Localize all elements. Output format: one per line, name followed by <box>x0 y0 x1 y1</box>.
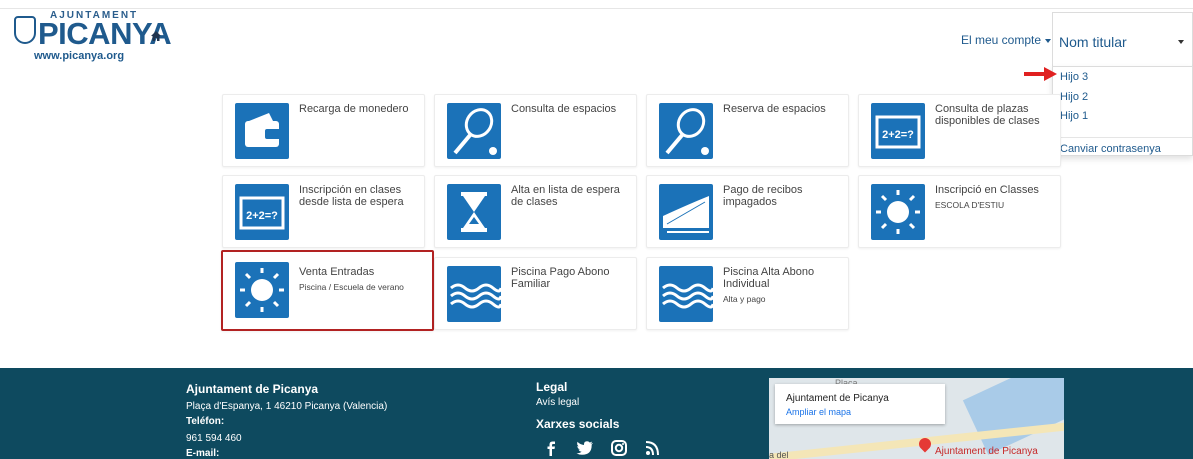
tile-title: Inscripció en Classes <box>935 184 1039 196</box>
tile-pool-individual-pass[interactable]: Piscina Alta Abono Individual Alta y pag… <box>646 257 849 330</box>
map-water <box>962 378 1064 455</box>
footer-email-label: E-mail: <box>186 448 220 459</box>
tile-space-booking[interactable]: Reserva de espacios <box>646 94 849 167</box>
top-divider <box>0 8 1193 9</box>
tile-title: Consulta de espacios <box>511 103 617 115</box>
blackboard-icon: 2+2=? <box>235 184 289 240</box>
tile-title: Piscina Alta Abono Individual <box>723 266 815 290</box>
blackboard-icon: 2+2=? <box>871 103 925 159</box>
map-info-card: Ajuntament de Picanya Ampliar el mapa <box>775 384 945 424</box>
tile-title: Recarga de monedero <box>299 103 409 115</box>
dropdown-item-hijo-3[interactable]: Hijo 3 <box>1060 71 1088 83</box>
logo-url: www.picanya.org <box>34 50 125 62</box>
hourglass-icon <box>447 184 501 240</box>
tile-title: Pago de recibos impagados <box>723 184 803 208</box>
crest-icon <box>14 16 36 44</box>
tile-title: Reserva de espacios <box>723 103 826 115</box>
footer-address: Plaça d'Espanya, 1 46210 Picanya (Valenc… <box>186 401 388 412</box>
tile-subtitle: ESCOLA D'ESTIU <box>935 200 1005 210</box>
holder-selector[interactable]: Nom titular <box>1052 12 1193 67</box>
facebook-icon[interactable] <box>542 440 560 456</box>
home-icon[interactable] <box>150 30 162 42</box>
tile-unpaid-receipts[interactable]: Pago de recibos impagados <box>646 175 849 248</box>
footer-phone-label: Teléfon: <box>186 416 225 427</box>
red-arrow-icon <box>1024 67 1057 81</box>
footer-phone: 961 594 460 <box>186 433 242 444</box>
dropdown-item-hijo-1[interactable]: Hijo 1 <box>1060 110 1088 122</box>
caret-down-icon <box>1045 38 1052 43</box>
twitter-icon[interactable] <box>576 440 594 456</box>
tennis-racket-icon <box>659 103 713 159</box>
legal-notice-link[interactable]: Avís legal <box>536 397 579 408</box>
tile-summer-school-classes[interactable]: Inscripció en Classes ESCOLA D'ESTIU <box>858 175 1061 248</box>
enlarge-map-link[interactable]: Ampliar el mapa <box>786 407 851 417</box>
water-waves-icon <box>659 266 713 322</box>
footer-social-title: Xarxes socials <box>536 417 620 431</box>
tile-waitlist-enrollment[interactable]: 2+2=? Inscripción en clases desde lista … <box>222 175 425 248</box>
water-waves-icon <box>447 266 501 322</box>
tennis-racket-icon <box>447 103 501 159</box>
tile-subtitle: Alta y pago <box>723 294 766 304</box>
wallet-icon <box>235 103 289 159</box>
footer-legal-title: Legal <box>536 380 568 394</box>
dropdown-item-hijo-2[interactable]: Hijo 2 <box>1060 91 1088 103</box>
tile-title: Piscina Pago Abono Familiar <box>511 266 610 290</box>
my-account-menu[interactable]: El meu compte <box>961 33 1052 47</box>
footer: Ajuntament de Picanya Plaça d'Espanya, 1… <box>0 368 1193 459</box>
map-side-label: a del <box>769 450 789 459</box>
tile-waitlist-signup[interactable]: Alta en lista de espera de clases <box>434 175 637 248</box>
tile-title: Venta Entradas <box>299 266 375 278</box>
sun-icon <box>235 262 289 318</box>
caret-down-icon <box>1178 40 1184 44</box>
tile-space-query[interactable]: Consulta de espacios <box>434 94 637 167</box>
change-password-link[interactable]: Canviar contrasenya <box>1060 143 1161 155</box>
map-pin-label: Ajuntament de Picanya <box>935 446 1038 457</box>
tile-wallet-recharge[interactable]: Recarga de monedero <box>222 94 425 167</box>
tile-pool-family-pass[interactable]: Piscina Pago Abono Familiar <box>434 257 637 330</box>
tile-class-availability[interactable]: 2+2=? Consulta de plazas disponibles de … <box>858 94 1061 167</box>
tile-subtitle: Piscina / Escuela de verano <box>299 282 404 292</box>
tile-title: Consulta de plazas disponibles de clases <box>935 103 1040 127</box>
sun-icon <box>871 184 925 240</box>
location-map[interactable]: Plaça a del Ajuntament de Picanya Amplia… <box>769 378 1064 459</box>
tile-title: Inscripción en clases desde lista de esp… <box>299 184 404 208</box>
holder-label: Nom titular <box>1059 34 1127 50</box>
tile-title: Alta en lista de espera de clases <box>511 184 620 208</box>
rss-icon[interactable] <box>644 440 662 456</box>
svg-text:2+2=?: 2+2=? <box>882 129 914 141</box>
dropdown-divider <box>1053 137 1192 138</box>
footer-org-name: Ajuntament de Picanya <box>186 382 319 396</box>
my-account-label: El meu compte <box>961 33 1042 47</box>
receipts-icon <box>659 184 713 240</box>
instagram-icon[interactable] <box>610 440 628 456</box>
picanya-logo[interactable]: AJUNTAMENT PICANYA www.picanya.org <box>12 10 172 62</box>
holder-dropdown: Hijo 3 Hijo 2 Hijo 1 Canviar contrasenya <box>1052 66 1193 156</box>
map-place-name: Ajuntament de Picanya <box>786 393 889 404</box>
tile-ticket-sales[interactable]: Venta Entradas Piscina / Escuela de vera… <box>221 250 434 331</box>
svg-text:2+2=?: 2+2=? <box>246 210 278 222</box>
